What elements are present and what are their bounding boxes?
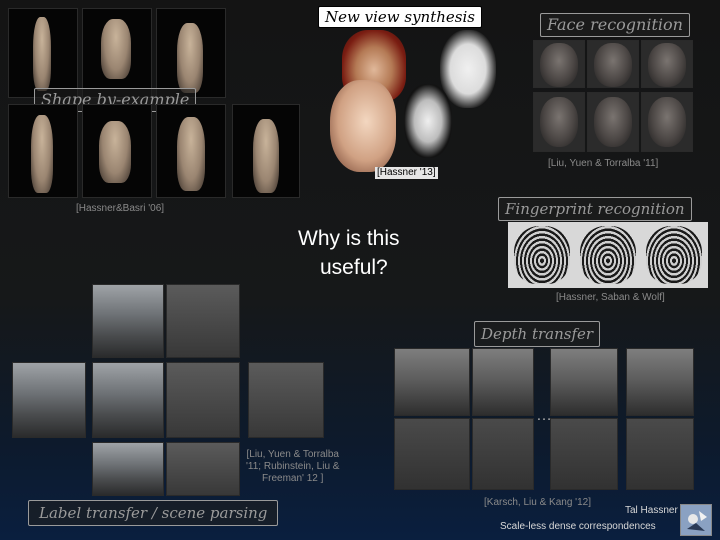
shape-panel-2 <box>82 8 152 98</box>
new-view-synthesis-label: New view synthesis <box>318 6 482 28</box>
shape-panel-6 <box>156 104 226 198</box>
question-line-1: Why is this <box>298 227 400 250</box>
street-image <box>93 363 163 437</box>
liu-yuen-torralba-citation: [Liu, Yuen & Torralba '11] <box>548 158 659 169</box>
face-cell-1 <box>533 40 585 88</box>
question-line-2: useful? <box>320 256 388 279</box>
face-image <box>648 97 686 147</box>
depth-image <box>551 349 617 415</box>
street-image <box>13 363 85 437</box>
fingerprint-image <box>514 226 570 284</box>
body-figure <box>177 117 205 191</box>
body-figure <box>101 19 131 79</box>
depth-frame-8 <box>626 418 694 490</box>
face-cell-6 <box>641 92 693 152</box>
depth-frame-1 <box>394 348 470 416</box>
depth-frame-3 <box>550 348 618 416</box>
depth-frame-6 <box>472 418 534 490</box>
fingerprint-image <box>580 226 636 284</box>
label-cite-line-3: Freeman' 12 ] <box>262 473 324 484</box>
street-image <box>93 285 163 357</box>
body-figure <box>177 23 203 93</box>
shape-panel-7 <box>232 104 300 198</box>
label-row3-street <box>92 442 164 496</box>
label-row2-map-1 <box>166 362 240 438</box>
depth-frame-7 <box>550 418 618 490</box>
slide: { "labels": { "new_view_synthesis": "New… <box>0 0 720 540</box>
depth-image <box>627 349 693 415</box>
label-row2-street-2 <box>92 362 164 438</box>
depth-transfer-label: Depth transfer <box>474 321 601 347</box>
kiss-portrait <box>440 30 496 108</box>
label-map <box>167 443 239 495</box>
body-figure <box>31 115 53 193</box>
footer-author: Tal Hassner <box>625 505 678 516</box>
depth-map <box>395 419 469 489</box>
face-recognition-label: Face recognition <box>540 13 690 37</box>
question-text: Why is this useful? <box>298 224 400 282</box>
face-image <box>540 97 578 147</box>
depth-image <box>395 349 469 415</box>
face-cell-3 <box>641 40 693 88</box>
logo-icon <box>680 504 712 536</box>
label-row2-street-1 <box>12 362 86 438</box>
label-map <box>249 363 323 437</box>
shape-panel-5 <box>82 104 152 198</box>
face-cell-5 <box>587 92 639 152</box>
label-cite-line-1: [Liu, Yuen & Torralba <box>246 449 339 460</box>
depth-frame-5 <box>394 418 470 490</box>
label-row2-map-2 <box>248 362 324 438</box>
face-render-1 <box>330 80 396 172</box>
label-map <box>167 285 239 357</box>
hassner-basri-citation: [Hassner&Basri '06] <box>76 203 165 214</box>
depth-frame-4 <box>626 348 694 416</box>
label-map <box>167 363 239 437</box>
shape-panel-4 <box>8 104 78 198</box>
body-figure <box>33 17 51 91</box>
body-figure <box>99 121 131 183</box>
depth-map <box>627 419 693 489</box>
face-image <box>594 43 632 87</box>
karsch-citation: [Karsch, Liu & Kang '12] <box>484 497 591 508</box>
shape-panel-1 <box>8 8 78 98</box>
label-cite-line-2: '11; Rubinstein, Liu & <box>246 461 340 472</box>
label-row3-map <box>166 442 240 496</box>
label-row1-street <box>92 284 164 358</box>
body-figure <box>253 119 279 193</box>
label-transfer-citation: [Liu, Yuen & Torralba '11; Rubinstein, L… <box>246 449 339 485</box>
label-transfer-label: Label transfer / scene parsing <box>28 500 279 526</box>
logo-graphic <box>687 511 707 531</box>
face-render-2 <box>404 84 452 158</box>
depth-map <box>473 419 533 489</box>
depth-frame-2 <box>472 348 534 416</box>
depth-map <box>551 419 617 489</box>
hassner-13-citation: [Hassner '13] <box>375 167 438 179</box>
fingerprint-strip <box>508 222 708 288</box>
fingerprint-recognition-label: Fingerprint recognition <box>498 197 692 221</box>
label-row1-map <box>166 284 240 358</box>
street-image <box>93 443 163 495</box>
fingerprint-image <box>646 226 702 284</box>
face-cell-4 <box>533 92 585 152</box>
face-image <box>540 43 578 87</box>
shape-panel-3 <box>156 8 226 98</box>
face-image <box>648 43 686 87</box>
footer-subtitle: Scale-less dense correspondences <box>500 521 656 532</box>
depth-image <box>473 349 533 415</box>
face-image <box>594 97 632 147</box>
face-cell-2 <box>587 40 639 88</box>
hassner-saban-wolf-citation: [Hassner, Saban & Wolf] <box>556 292 665 303</box>
